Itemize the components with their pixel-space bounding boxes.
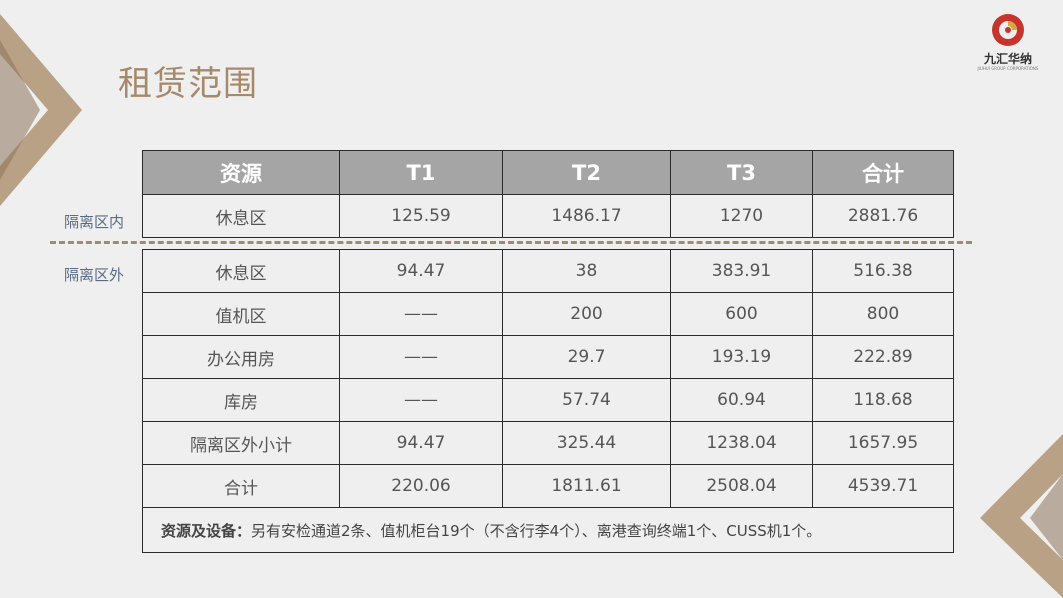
cell-total: 222.89: [812, 335, 954, 379]
cell-t1: 94.47: [339, 421, 503, 465]
cell-t1: ——: [339, 378, 503, 422]
cell-t3: 2508.04: [670, 464, 813, 508]
outside-table: 休息区 94.47 38 383.91 516.38 值机区 —— 200 60…: [142, 249, 954, 553]
note-cell: 资源及设备：另有安检通道2条、值机柜台19个（不含行李4个）、离港查询终端1个、…: [142, 507, 954, 553]
cell-t1: ——: [339, 335, 503, 379]
cell-t2: 57.74: [502, 378, 671, 422]
cell-t3: 1270: [670, 194, 813, 238]
logo-name: 九汇华纳: [983, 52, 1032, 66]
logo-subtitle: JIUHUI GROUP CORPORATIONS: [977, 66, 1039, 71]
cell-total: 516.38: [812, 249, 954, 293]
cell-t2: 38: [502, 249, 671, 293]
cell-t2: 1486.17: [502, 194, 671, 238]
cell-t1: 94.47: [339, 249, 503, 293]
row-name: 库房: [142, 378, 340, 422]
cell-t3: 383.91: [670, 249, 813, 293]
cell-t3: 600: [670, 292, 813, 336]
row-name: 值机区: [142, 292, 340, 336]
cell-total: 800: [812, 292, 954, 336]
header-t1: T1: [339, 150, 503, 195]
header-row: 资源 T1 T2 T3 合计: [142, 150, 954, 195]
inside-table: 资源 T1 T2 T3 合计 休息区 125.59 1486.17 1270 2…: [142, 150, 954, 238]
cell-t3: 193.19: [670, 335, 813, 379]
table-row: 办公用房 —— 29.7 193.19 222.89: [142, 335, 954, 379]
cell-t2: 325.44: [502, 421, 671, 465]
table-row: 值机区 —— 200 600 800: [142, 292, 954, 336]
logo-mark-icon: [992, 14, 1024, 46]
row-name: 休息区: [142, 249, 340, 293]
subtotal-row: 隔离区外小计 94.47 325.44 1238.04 1657.95: [142, 421, 954, 465]
cell-t2: 1811.61: [502, 464, 671, 508]
cell-t1: ——: [339, 292, 503, 336]
header-total: 合计: [812, 150, 954, 195]
note-label: 资源及设备：: [161, 521, 252, 540]
region-label-inside: 隔离区内: [64, 213, 125, 231]
company-logo: 九汇华纳 JIUHUI GROUP CORPORATIONS: [975, 12, 1041, 71]
row-name: 休息区: [142, 194, 340, 238]
note-row: 资源及设备：另有安检通道2条、值机柜台19个（不含行李4个）、离港查询终端1个、…: [142, 507, 954, 553]
table-row: 休息区 94.47 38 383.91 516.38: [142, 249, 954, 293]
cell-t3: 60.94: [670, 378, 813, 422]
grand-total-row: 合计 220.06 1811.61 2508.04 4539.71: [142, 464, 954, 508]
cell-t1: 125.59: [339, 194, 503, 238]
region-label-outside: 隔离区外: [64, 266, 125, 284]
cell-total: 118.68: [812, 378, 954, 422]
note-text: 另有安检通道2条、值机柜台19个（不含行李4个）、离港查询终端1个、CUSS机1…: [251, 521, 822, 540]
cell-total: 4539.71: [812, 464, 954, 508]
region-divider: [50, 241, 972, 244]
row-name: 隔离区外小计: [142, 421, 340, 465]
table-row: 库房 —— 57.74 60.94 118.68: [142, 378, 954, 422]
cell-t2: 200: [502, 292, 671, 336]
cell-t3: 1238.04: [670, 421, 813, 465]
header-t3: T3: [670, 150, 813, 195]
header-resource: 资源: [142, 150, 340, 195]
cell-total: 2881.76: [812, 194, 954, 238]
cell-t2: 29.7: [502, 335, 671, 379]
row-name: 合计: [142, 464, 340, 508]
header-t2: T2: [502, 150, 671, 195]
row-name: 办公用房: [142, 335, 340, 379]
cell-t1: 220.06: [339, 464, 503, 508]
page-title: 租赁范围: [118, 64, 258, 104]
table-row: 休息区 125.59 1486.17 1270 2881.76: [142, 194, 954, 238]
cell-total: 1657.95: [812, 421, 954, 465]
